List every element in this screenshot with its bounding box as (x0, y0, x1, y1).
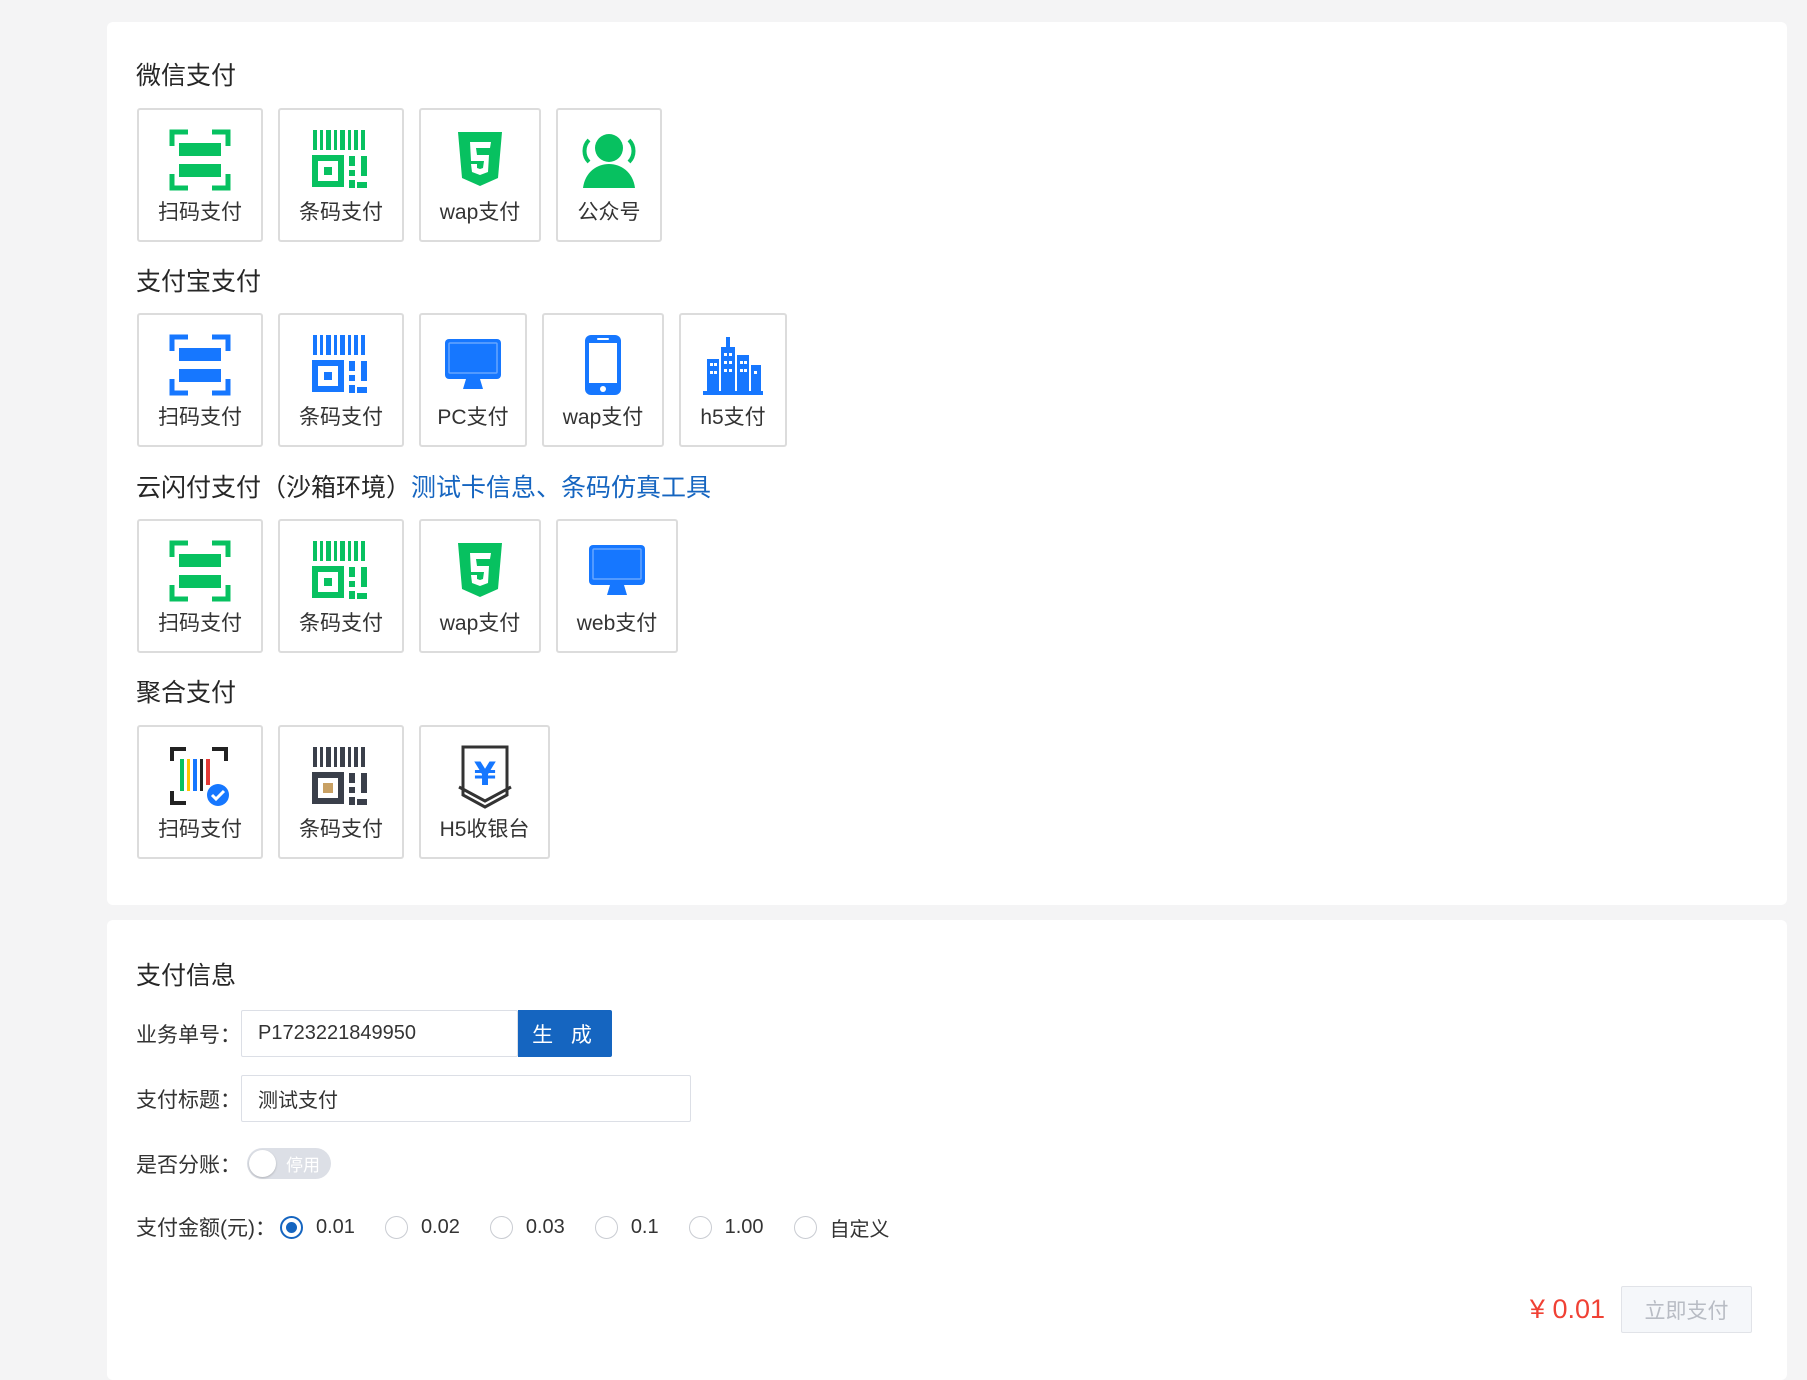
split-label: 是否分账： (136, 1153, 241, 1177)
radio-text: 0.1 (630, 1215, 659, 1238)
amount-option-0.01[interactable]: 0.01 (280, 1215, 355, 1239)
pay-now-button[interactable]: 立即支付 (1621, 1286, 1752, 1333)
amount-option-1.00[interactable]: 1.00 (688, 1215, 764, 1239)
subject-input[interactable]: 测试支付 (241, 1075, 691, 1122)
barcode-simulator-link[interactable]: 条码仿真工具 (561, 474, 711, 502)
wechat-tiles: 扫码支付 条码支付 wap支付 公众号 (137, 108, 662, 242)
amount-label: 支付金额(元)： (136, 1217, 276, 1240)
radio-text: 自定义 (829, 1218, 890, 1241)
tile-label: web支付 (576, 612, 658, 635)
barcode-icon (312, 747, 367, 805)
radio-dot (793, 1215, 817, 1239)
wechat-section-title: 微信支付 (136, 62, 237, 90)
toggle-knob (249, 1150, 276, 1177)
unionpay-section-title: 云闪付支付（沙箱环境）测试卡信息、条码仿真工具 (136, 468, 711, 504)
order-no-label: 业务单号： (136, 1023, 241, 1047)
monitor-icon (445, 339, 501, 389)
barcode-icon (312, 335, 367, 393)
amount-option-0.02[interactable]: 0.02 (384, 1215, 460, 1239)
tile-label: 条码支付 (299, 612, 383, 635)
tile-label: wap支付 (439, 201, 521, 224)
tile-label: PC支付 (437, 406, 509, 429)
test-card-info-link[interactable]: 测试卡信息 (411, 474, 536, 502)
radio-dot (384, 1215, 408, 1239)
subject-label: 支付标题： (136, 1088, 241, 1112)
payment-info-card: 支付信息 业务单号： P1723221849950 生 成 支付标题： 测试支付… (107, 920, 1787, 1380)
radio-text: 0.01 (316, 1215, 355, 1238)
tile-label: 条码支付 (299, 818, 383, 841)
radio-dot (280, 1215, 303, 1239)
unionpay-wap-pay-tile[interactable]: wap支付 (419, 519, 541, 653)
aggregate-section-title: 聚合支付 (136, 679, 237, 707)
user-group-icon (582, 134, 636, 188)
tile-label: wap支付 (562, 406, 644, 429)
unionpay-tiles: 扫码支付 条码支付 wap支付 web支付 (137, 519, 678, 653)
tile-label: 条码支付 (299, 201, 383, 224)
unionpay-scan-pay-tile[interactable]: 扫码支付 (137, 519, 263, 653)
city-icon (703, 337, 763, 395)
aggregate-tiles: 扫码支付 条码支付 ¥ H5收银台 (137, 725, 550, 859)
wechat-wap-pay-tile[interactable]: wap支付 (419, 108, 541, 242)
tile-label: 扫码支付 (158, 818, 242, 841)
alipay-wap-pay-tile[interactable]: wap支付 (542, 313, 664, 447)
amount-option-0.1[interactable]: 0.1 (594, 1215, 659, 1239)
wechat-scan-pay-tile[interactable]: 扫码支付 (137, 108, 263, 242)
aggregate-barcode-pay-tile[interactable]: 条码支付 (278, 725, 404, 859)
radio-dot (489, 1215, 513, 1239)
tile-label: 公众号 (577, 201, 641, 224)
monitor-icon (589, 545, 645, 595)
tile-label: h5支付 (700, 406, 766, 429)
alipay-scan-pay-tile[interactable]: 扫码支付 (137, 313, 263, 447)
radio-dot (594, 1215, 618, 1239)
alipay-h5-pay-tile[interactable]: h5支付 (679, 313, 787, 447)
alipay-section-title: 支付宝支付 (136, 268, 262, 296)
amount-option-custom[interactable]: 自定义 (793, 1213, 890, 1242)
unionpay-web-pay-tile[interactable]: web支付 (556, 519, 678, 653)
payment-info-title: 支付信息 (136, 962, 237, 990)
link-separator: 、 (536, 474, 562, 502)
alipay-tiles: 扫码支付 条码支付 PC支付 wap支付 h5支付 (137, 313, 787, 447)
scan-icon (169, 540, 231, 602)
generate-button[interactable]: 生 成 (518, 1010, 612, 1057)
radio-dot (688, 1215, 712, 1239)
unionpay-title-text: 云闪付支付（沙箱环境） (136, 474, 412, 502)
tile-label: H5收银台 (439, 818, 530, 841)
phone-icon (585, 335, 621, 395)
tile-label: 扫码支付 (158, 201, 242, 224)
tile-label: 扫码支付 (158, 612, 242, 635)
subject-row: 支付标题： 测试支付 (136, 1075, 691, 1122)
toggle-status-text: 停用 (286, 1156, 320, 1175)
split-row: 是否分账： 停用 (136, 1148, 331, 1179)
html5-icon (458, 543, 502, 597)
wechat-barcode-pay-tile[interactable]: 条码支付 (278, 108, 404, 242)
html5-icon (458, 132, 502, 186)
scan-check-icon (170, 747, 229, 806)
yen-icon: ¥ (457, 745, 512, 809)
total-amount: ¥ 0.01 (1529, 1294, 1605, 1324)
alipay-barcode-pay-tile[interactable]: 条码支付 (278, 313, 404, 447)
radio-text: 0.03 (525, 1215, 565, 1238)
radio-text: 1.00 (724, 1215, 764, 1238)
svg-text:¥: ¥ (473, 755, 495, 793)
scan-icon (169, 129, 231, 191)
wechat-official-account-tile[interactable]: 公众号 (556, 108, 662, 242)
tile-label: wap支付 (439, 612, 521, 635)
alipay-pc-pay-tile[interactable]: PC支付 (419, 313, 527, 447)
amount-option-0.03[interactable]: 0.03 (489, 1215, 565, 1239)
tile-label: 条码支付 (299, 406, 383, 429)
split-toggle[interactable]: 停用 (247, 1148, 331, 1179)
order-no-row: 业务单号： P1723221849950 生 成 (136, 1010, 612, 1057)
unionpay-barcode-pay-tile[interactable]: 条码支付 (278, 519, 404, 653)
aggregate-scan-pay-tile[interactable]: 扫码支付 (137, 725, 263, 859)
barcode-icon (312, 130, 367, 188)
amount-radio-group: 0.01 0.02 0.03 0.1 1.00 自定义 (280, 1213, 920, 1242)
radio-text: 0.02 (420, 1215, 460, 1238)
scan-icon (169, 334, 231, 396)
order-no-input[interactable]: P1723221849950 (241, 1010, 518, 1057)
barcode-icon (312, 541, 367, 599)
amount-row: 支付金额(元)： 0.01 0.02 0.03 0.1 1.00 自定义 (136, 1212, 920, 1242)
aggregate-h5-cashier-tile[interactable]: ¥ H5收银台 (419, 725, 550, 859)
tile-label: 扫码支付 (158, 406, 242, 429)
payment-methods-card: 微信支付 扫码支付 条码支付 wap支付 公众号 支付宝支付 扫码支付 条码支付… (107, 22, 1787, 905)
